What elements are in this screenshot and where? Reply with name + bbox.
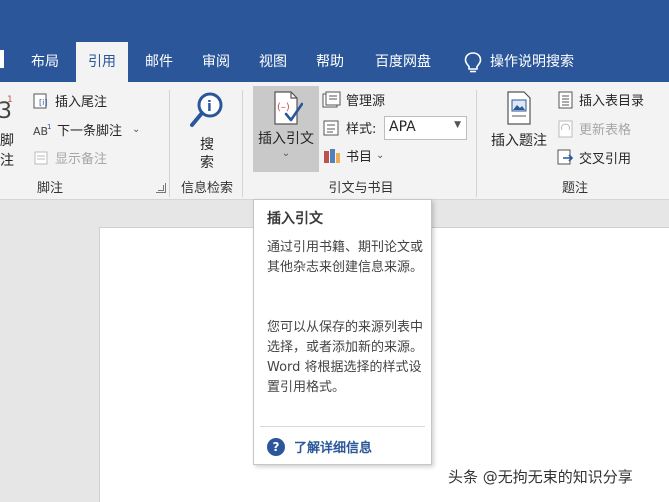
tab-edge xyxy=(0,50,4,68)
cross-reference-icon xyxy=(557,149,574,164)
insert-caption-label: 插入题注 xyxy=(491,133,547,149)
insert-caption-button[interactable]: 插入题注 xyxy=(487,90,551,150)
svg-text:1: 1 xyxy=(7,95,13,105)
tab-references[interactable]: 引用 xyxy=(76,42,128,83)
watermark-text: 头条 @无拘无束的知识分享 xyxy=(448,468,633,486)
chevron-down-icon: ⌄ xyxy=(132,124,141,135)
next-footnote-button[interactable]: AB 1 下一条脚注 ⌄ xyxy=(33,120,141,140)
style-selector: 样式: xyxy=(322,118,376,137)
insert-caption-icon xyxy=(507,91,531,125)
tooltip-help-link[interactable]: ? 了解详细信息 xyxy=(267,437,372,456)
search-button[interactable]: i 搜 索 xyxy=(184,90,230,172)
help-icon: ? xyxy=(267,437,285,456)
chevron-down-icon: ⌄ xyxy=(281,148,291,159)
citations-group-label: 引文与书目 xyxy=(328,181,394,196)
insert-citation-button[interactable]: (–) 插入引文 ⌄ xyxy=(253,86,319,172)
show-notes-button: 显示备注 xyxy=(33,148,107,167)
group-separator xyxy=(169,90,170,197)
manage-sources-label: 管理源 xyxy=(346,94,386,109)
style-dropdown[interactable]: APA ▼ xyxy=(384,116,467,140)
cross-reference-label: 交叉引用 xyxy=(579,152,632,167)
show-notes-label: 显示备注 xyxy=(55,152,108,167)
show-notes-icon xyxy=(34,151,48,164)
search-icon: i xyxy=(190,92,223,127)
lightbulb-icon xyxy=(464,52,482,73)
bibliography-icon xyxy=(324,148,340,163)
insert-endnote-label: 插入尾注 xyxy=(55,95,108,110)
bibliography-label: 书目 xyxy=(346,150,373,165)
svg-text:[i]: [i] xyxy=(39,98,47,107)
svg-text:AB: AB xyxy=(33,125,48,138)
svg-text:1: 1 xyxy=(47,123,51,131)
tab-review[interactable]: 审阅 xyxy=(193,42,239,82)
tooltip-title: 插入引文 xyxy=(267,211,323,227)
table-of-figures-icon xyxy=(558,91,573,108)
insert-citation-tooltip: 插入引文 通过引用书籍、期刊论文或其他杂志来创建信息来源。 您可以从保存的来源列… xyxy=(253,199,432,465)
next-footnote-label: 下一条脚注 xyxy=(57,124,123,139)
next-footnote-icon: AB 1 xyxy=(33,123,51,138)
tooltip-divider xyxy=(260,426,425,427)
style-dropdown-value: APA xyxy=(389,119,416,135)
insert-endnote-button[interactable]: [i] 插入尾注 xyxy=(33,91,107,110)
tooltip-description: 通过引用书籍、期刊论文或其他杂志来创建信息来源。 xyxy=(267,240,424,275)
svg-text:i: i xyxy=(207,99,212,115)
group-separator xyxy=(242,90,243,197)
insert-table-of-figures-button[interactable]: 插入表目录 xyxy=(557,90,644,109)
style-label: 样式: xyxy=(346,122,377,137)
tooltip-details: 您可以从保存的来源列表中选择，或者添加新的来源。Word 将根据选择的样式设置引… xyxy=(267,320,424,395)
bibliography-button[interactable]: 书目 ⌄ xyxy=(322,146,384,165)
tab-baidu-netdisk[interactable]: 百度网盘 xyxy=(364,42,442,82)
search-label-line2: 索 xyxy=(200,155,214,171)
tab-layout[interactable]: 布局 xyxy=(22,42,68,82)
tell-me-search[interactable]: 操作说明搜索 xyxy=(490,42,600,82)
insert-citation-label: 插入引文 xyxy=(258,131,314,147)
title-bar xyxy=(0,0,669,42)
ribbon-references: 3 1 脚注 [i] 插入尾注 AB 1 下一条脚注 ⌄ 显示备注 脚注 i 搜… xyxy=(0,82,669,200)
tooltip-help-link-label: 了解详细信息 xyxy=(294,441,373,456)
footnotes-group-label: 脚注 xyxy=(37,181,64,196)
cross-reference-button[interactable]: 交叉引用 xyxy=(557,148,631,167)
tab-mailings[interactable]: 邮件 xyxy=(136,42,182,82)
captions-group-label: 题注 xyxy=(561,181,588,196)
manage-sources-button[interactable]: 管理源 xyxy=(322,90,385,109)
group-separator xyxy=(476,90,477,197)
svg-text:(–): (–) xyxy=(277,102,290,113)
insert-table-of-figures-label: 插入表目录 xyxy=(579,94,645,109)
style-icon xyxy=(323,120,339,135)
footnote-icon: 3 1 xyxy=(0,95,13,122)
research-group-label: 信息检索 xyxy=(180,181,233,196)
update-table-icon xyxy=(558,120,573,137)
search-label-line1: 搜 xyxy=(200,137,214,153)
insert-footnote-button[interactable]: 脚注 xyxy=(0,130,26,170)
insert-citation-icon: (–) xyxy=(274,91,304,125)
tab-help[interactable]: 帮助 xyxy=(307,42,353,82)
chevron-down-icon: ⌄ xyxy=(376,150,385,161)
endnote-icon: [i] xyxy=(33,93,47,108)
update-table-label: 更新表格 xyxy=(579,123,632,138)
tab-view[interactable]: 视图 xyxy=(250,42,296,82)
update-table-button: 更新表格 xyxy=(557,119,631,138)
footnotes-dialog-launcher-icon[interactable] xyxy=(156,183,166,193)
chevron-down-icon: ▼ xyxy=(454,120,461,130)
manage-sources-icon xyxy=(322,91,341,107)
ribbon-tab-bar: 布局 引用 邮件 审阅 视图 帮助 百度网盘 操作说明搜索 xyxy=(0,42,669,83)
